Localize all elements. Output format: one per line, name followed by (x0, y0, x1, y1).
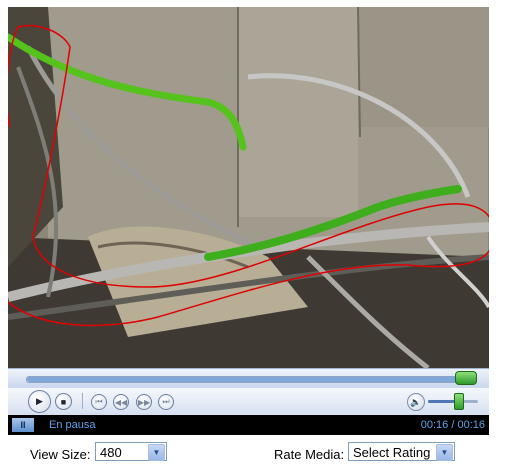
next-icon: ⏭ (162, 397, 170, 406)
volume-handle[interactable] (454, 393, 464, 410)
speaker-icon: 🔈 (410, 396, 422, 407)
fast-forward-button[interactable]: ▶▶ (136, 394, 152, 410)
previous-icon: ⏮ (95, 397, 103, 406)
play-state-text: En pausa (49, 419, 96, 431)
time-display: 00:16 / 00:16 (420, 419, 485, 431)
fast-forward-icon: ▶▶ (137, 397, 151, 407)
chevron-down-icon[interactable]: ▼ (436, 444, 453, 461)
stop-icon: ■ (60, 396, 67, 407)
seek-progress (27, 377, 464, 382)
view-size-select[interactable]: 480 ▼ (95, 442, 167, 461)
video-image (8, 7, 489, 368)
view-size-value: 480 (100, 445, 122, 460)
transport-controls: ▶ ■ ⏮ ◀◀ ▶▶ ⏭ 🔈 (8, 388, 489, 415)
stop-button[interactable]: ■ (55, 393, 72, 410)
play-icon: ▶ (36, 396, 43, 406)
previous-button[interactable]: ⏮ (91, 394, 107, 410)
seek-bar[interactable] (8, 368, 489, 389)
rating-value: Select Rating (353, 445, 431, 460)
view-size-label: View Size: (30, 447, 91, 462)
status-bar: II En pausa 00:16 / 00:16 (8, 415, 489, 435)
next-button[interactable]: ⏭ (158, 394, 174, 410)
rewind-icon: ◀◀ (114, 397, 128, 407)
video-frame[interactable] (8, 7, 489, 368)
volume-slider[interactable] (428, 400, 478, 403)
rating-select[interactable]: Select Rating ▼ (348, 442, 455, 461)
divider (82, 393, 83, 409)
seek-handle[interactable] (455, 371, 477, 385)
play-button[interactable]: ▶ (28, 390, 51, 413)
rate-media-label: Rate Media: (274, 447, 345, 462)
chevron-down-icon[interactable]: ▼ (148, 444, 165, 461)
mute-button[interactable]: 🔈 (407, 393, 425, 411)
seek-track[interactable] (26, 376, 465, 383)
pause-status-icon[interactable]: II (12, 418, 34, 432)
rewind-button[interactable]: ◀◀ (113, 394, 129, 410)
